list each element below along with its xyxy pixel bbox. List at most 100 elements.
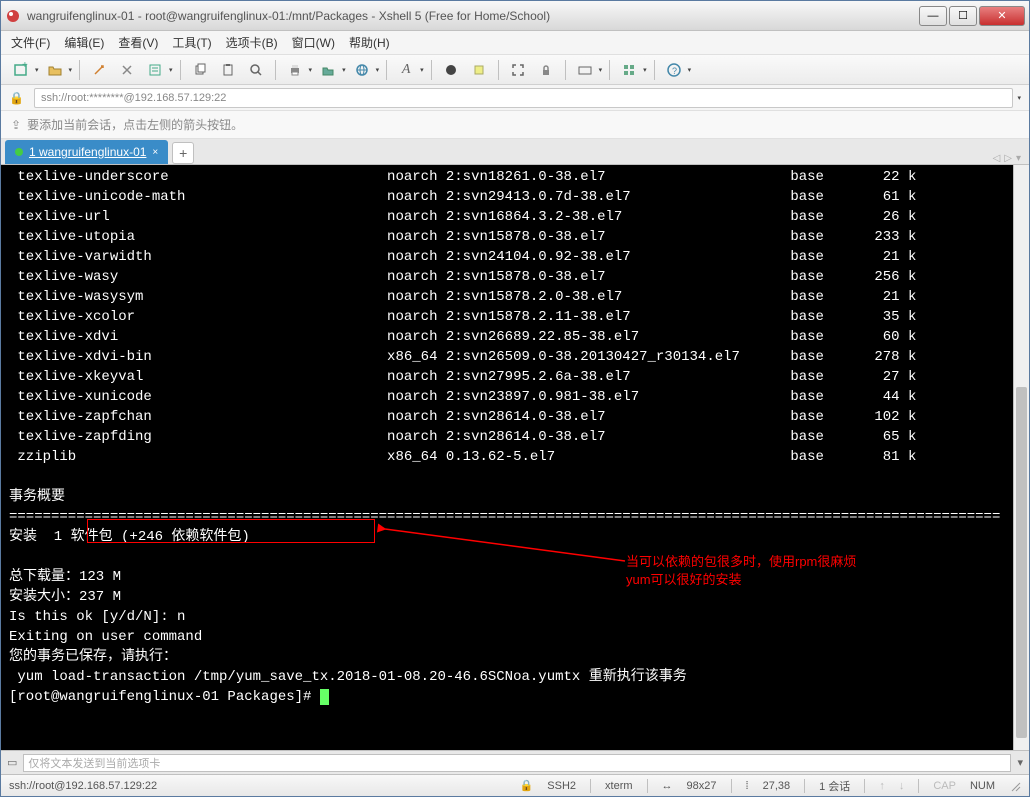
tab-prev-button[interactable]: ◁ (993, 153, 1001, 164)
close-button[interactable]: ✕ (979, 6, 1025, 26)
package-row: texlive-wasysym noarch 2:svn15878.2.0-38… (9, 287, 1021, 307)
package-row: texlive-zapfding noarch 2:svn28614.0-38.… (9, 427, 1021, 447)
tile-button[interactable] (617, 59, 641, 81)
copy-button[interactable] (188, 59, 212, 81)
hint-icon[interactable]: ⇪ (11, 118, 21, 132)
properties-button[interactable] (143, 59, 167, 81)
color-button[interactable] (439, 59, 463, 81)
package-row: texlive-xdvi-bin x86_64 2:svn26509.0-38.… (9, 347, 1021, 367)
terminal-scrollbar[interactable] (1013, 165, 1029, 750)
status-num: NUM (970, 780, 995, 792)
addressbar: 🔒 ssh://root:********@192.168.57.129:22 … (1, 85, 1029, 111)
package-row: texlive-xunicode noarch 2:svn23897.0.981… (9, 387, 1021, 407)
install-box-text: 软件包 (+246 依赖软件包) (71, 529, 250, 545)
package-row: texlive-unicode-math noarch 2:svn29413.0… (9, 187, 1021, 207)
cursor-icon (320, 689, 329, 705)
dropdown-icon[interactable]: ▾ (35, 66, 39, 74)
app-icon (5, 8, 21, 24)
status-protocol: SSH2 (547, 780, 576, 792)
status-dot-icon (15, 148, 23, 156)
highlight-button[interactable] (467, 59, 491, 81)
package-row: texlive-zapfchan noarch 2:svn28614.0-38.… (9, 407, 1021, 427)
resize-grip-icon[interactable] (1009, 780, 1021, 792)
menu-tools[interactable]: 工具(T) (172, 34, 211, 51)
package-row: texlive-underscore noarch 2:svn18261.0-3… (9, 167, 1021, 187)
status-term-type: xterm (605, 780, 633, 792)
menu-window[interactable]: 窗口(W) (292, 34, 335, 51)
rerun-command: yum load-transaction /tmp/yum_save_tx.20… (9, 667, 1021, 687)
dropdown-icon[interactable]: ▾ (599, 66, 603, 74)
scrollbar-thumb[interactable] (1016, 387, 1027, 738)
menu-file[interactable]: 文件(F) (11, 34, 50, 51)
tab-close-button[interactable]: × (152, 147, 158, 158)
new-session-button[interactable]: + (9, 59, 33, 81)
cursor-icon: ⁞ (746, 780, 749, 792)
package-row: zziplib x86_64 0.13.62-5.el7 base 81 k (9, 447, 1021, 467)
status-sessions: 1 会话 (819, 778, 850, 794)
blank-row (9, 467, 1021, 487)
menubar: 文件(F) 编辑(E) 查看(V) 工具(T) 选项卡(B) 窗口(W) 帮助(… (1, 31, 1029, 55)
dropdown-icon[interactable]: ▾ (169, 66, 173, 74)
font-button[interactable]: A (394, 59, 418, 81)
svg-text:?: ? (672, 66, 677, 76)
tab-next-button[interactable]: ▷ (1004, 153, 1012, 164)
shell-prompt: [root@wangruifenglinux-01 Packages]# (9, 687, 1021, 707)
help-button[interactable]: ? (662, 59, 686, 81)
titlebar: wangruifenglinux-01 - root@wangruifengli… (1, 1, 1029, 31)
disconnect-button[interactable] (115, 59, 139, 81)
dropdown-icon[interactable]: ▾ (376, 66, 380, 74)
annotation-arrow-icon (375, 511, 635, 571)
package-row: texlive-utopia noarch 2:svn15878.0-38.el… (9, 227, 1021, 247)
lock-button[interactable] (534, 59, 558, 81)
dropdown-icon[interactable]: ▾ (69, 66, 73, 74)
address-input[interactable]: ssh://root:********@192.168.57.129:22 (34, 88, 1014, 108)
reconnect-button[interactable] (87, 59, 111, 81)
keyboard-button[interactable] (573, 59, 597, 81)
dropdown-icon[interactable]: ▾ (688, 66, 692, 74)
dropdown-icon[interactable]: ▾ (643, 66, 647, 74)
ssh-icon: 🔒 (520, 779, 534, 792)
maximize-button[interactable]: ☐ (949, 6, 977, 26)
find-button[interactable] (244, 59, 268, 81)
annotation-text: 当可以依赖的包很多时，使用rpm很麻烦 yum可以很好的安装 (626, 553, 856, 589)
summary-header: 事务概要 (9, 487, 1021, 507)
tab-list-button[interactable]: ▾ (1016, 153, 1021, 164)
send-input[interactable]: 仅将文本发送到当前选项卡 (23, 754, 1011, 772)
address-dropdown-icon[interactable]: ▾ (1017, 94, 1021, 102)
address-text: ssh://root:********@192.168.57.129:22 (41, 92, 226, 104)
app-window: wangruifenglinux-01 - root@wangruifengli… (0, 0, 1030, 797)
package-list: texlive-underscore noarch 2:svn18261.0-3… (9, 167, 1021, 467)
minimize-button[interactable]: — (919, 6, 947, 26)
saved-message: 您的事务已保存，请执行： (9, 647, 1021, 667)
package-row: texlive-xdvi noarch 2:svn26689.22.85-38.… (9, 327, 1021, 347)
dropdown-icon[interactable]: ▾ (342, 66, 346, 74)
send-icon[interactable]: ▭ (7, 756, 17, 769)
dropdown-icon[interactable]: ▾ (309, 66, 313, 74)
package-row: texlive-xcolor noarch 2:svn15878.2.11-38… (9, 307, 1021, 327)
package-row: texlive-varwidth noarch 2:svn24104.0.92-… (9, 247, 1021, 267)
lock-icon: 🔒 (9, 91, 24, 105)
terminal[interactable]: texlive-underscore noarch 2:svn18261.0-3… (1, 165, 1029, 750)
menu-tabs[interactable]: 选项卡(B) (226, 34, 278, 51)
paste-button[interactable] (216, 59, 240, 81)
menu-help[interactable]: 帮助(H) (349, 34, 390, 51)
tabbar: 1 wangruifenglinux-01 × + ◁ ▷ ▾ (1, 139, 1029, 165)
svg-text:+: + (22, 62, 28, 71)
tab-label: 1 wangruifenglinux-01 (29, 145, 146, 159)
menu-view[interactable]: 查看(V) (118, 34, 158, 51)
xftp-button[interactable] (316, 59, 340, 81)
send-dropdown-icon[interactable]: ▾ (1017, 756, 1023, 769)
down-icon: ↓ (899, 780, 905, 792)
fullscreen-button[interactable] (506, 59, 530, 81)
package-row: texlive-xkeyval noarch 2:svn27995.2.6a-3… (9, 367, 1021, 387)
print-button[interactable] (283, 59, 307, 81)
session-tab[interactable]: 1 wangruifenglinux-01 × (5, 140, 168, 164)
globe-button[interactable] (350, 59, 374, 81)
send-bar: ▭ 仅将文本发送到当前选项卡 ▾ (1, 750, 1029, 774)
open-button[interactable] (43, 59, 67, 81)
dropdown-icon[interactable]: ▾ (420, 66, 424, 74)
new-tab-button[interactable]: + (172, 142, 194, 164)
menu-edit[interactable]: 编辑(E) (64, 34, 104, 51)
tab-nav: ◁ ▷ ▾ (993, 153, 1025, 164)
exiting-message: Exiting on user command (9, 627, 1021, 647)
